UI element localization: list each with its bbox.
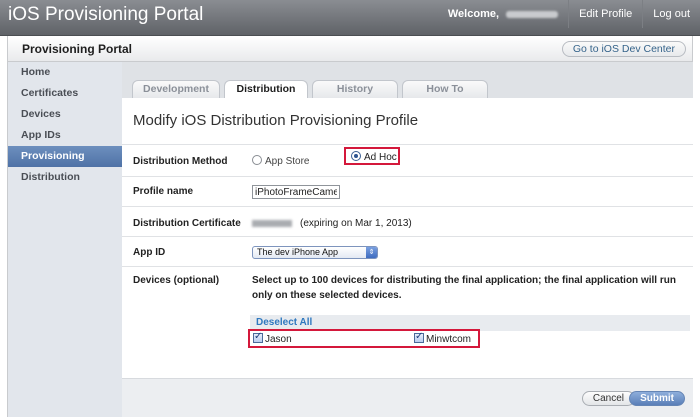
- checkbox-minwtcom[interactable]: [414, 331, 424, 343]
- form-content: Modify iOS Distribution Provisioning Pro…: [122, 98, 693, 378]
- edit-profile-link[interactable]: Edit Profile: [568, 0, 642, 28]
- tab-distribution[interactable]: Distribution: [224, 80, 308, 99]
- top-links: Welcome, Edit Profile Log out: [438, 0, 700, 28]
- app-id-label: App ID: [133, 247, 166, 258]
- sidebar-item-app-ids[interactable]: App IDs: [8, 125, 122, 146]
- cancel-button[interactable]: Cancel: [581, 391, 635, 406]
- redacted-certificate-name: [252, 219, 292, 227]
- form-footer: Cancel Submit: [122, 378, 693, 417]
- certificate-expiry: (expiring on Mar 1, 2013): [300, 218, 412, 229]
- distribution-method-row: Distribution Method App Store Ad Hoc: [122, 144, 693, 176]
- app-id-selected-value: The dev iPhone App: [257, 247, 339, 257]
- sidebar-item-provisioning[interactable]: Provisioning: [8, 146, 122, 167]
- sidebar-item-devices[interactable]: Devices: [8, 104, 122, 125]
- tab-history[interactable]: History: [312, 80, 398, 98]
- page-title: Modify iOS Distribution Provisioning Pro…: [133, 112, 419, 129]
- devices-row: Devices (optional) Select up to 100 devi…: [122, 266, 693, 378]
- tab-how-to[interactable]: How To: [402, 80, 488, 98]
- welcome-text: Welcome,: [438, 0, 568, 28]
- app-id-row: App ID The dev iPhone App ⇕: [122, 236, 693, 266]
- deselect-all-link[interactable]: Deselect All: [256, 317, 312, 328]
- sidebar: Home Certificates Devices App IDs Provis…: [7, 62, 122, 417]
- profile-name-input[interactable]: [252, 185, 340, 199]
- submit-button[interactable]: Submit: [629, 391, 685, 406]
- device-item-jason[interactable]: Jason: [253, 331, 292, 345]
- portal-header: Provisioning Portal Go to iOS Dev Center: [7, 36, 693, 62]
- ad-hoc-label: Ad Hoc: [364, 152, 397, 163]
- log-out-link[interactable]: Log out: [642, 0, 700, 28]
- device-name-jason: Jason: [265, 334, 292, 345]
- tab-bar: Development Distribution History How To: [122, 62, 693, 99]
- welcome-label: Welcome,: [447, 8, 500, 20]
- distribution-method-label: Distribution Method: [133, 156, 228, 167]
- sidebar-item-home[interactable]: Home: [8, 62, 122, 83]
- certificate-value: (expiring on Mar 1, 2013): [252, 218, 412, 229]
- redacted-user-name: [506, 10, 559, 18]
- ad-hoc-option[interactable]: Ad Hoc: [351, 151, 397, 163]
- select-arrows-icon: ⇕: [366, 247, 377, 258]
- portal-heading: Provisioning Portal: [22, 42, 133, 56]
- tab-development[interactable]: Development: [132, 80, 220, 98]
- device-item-minwtcom[interactable]: Minwtcom: [414, 331, 472, 345]
- app-title: iOS Provisioning Portal: [8, 4, 204, 25]
- sidebar-item-distribution[interactable]: Distribution: [8, 167, 122, 188]
- go-to-dev-center-button[interactable]: Go to iOS Dev Center: [561, 41, 686, 57]
- main-panel: Development Distribution History How To …: [122, 62, 693, 417]
- app-store-label: App Store: [265, 156, 310, 167]
- certificate-row: Distribution Certificate (expiring on Ma…: [122, 206, 693, 236]
- devices-label: Devices (optional): [133, 275, 220, 286]
- profile-name-row: Profile name: [122, 176, 693, 206]
- devices-description: Select up to 100 devices for distributin…: [252, 275, 676, 301]
- device-name-minwtcom: Minwtcom: [426, 334, 472, 345]
- certificate-label: Distribution Certificate: [133, 218, 241, 229]
- app-store-option[interactable]: App Store: [252, 155, 309, 167]
- checkbox-jason[interactable]: [253, 331, 263, 343]
- profile-name-label: Profile name: [133, 186, 194, 197]
- app-id-select[interactable]: The dev iPhone App ⇕: [252, 246, 378, 259]
- top-bar: iOS Provisioning Portal Welcome, Edit Pr…: [0, 0, 700, 36]
- ad-hoc-radio[interactable]: [351, 151, 361, 161]
- sidebar-item-certificates[interactable]: Certificates: [8, 83, 122, 104]
- app-store-radio[interactable]: [252, 155, 262, 165]
